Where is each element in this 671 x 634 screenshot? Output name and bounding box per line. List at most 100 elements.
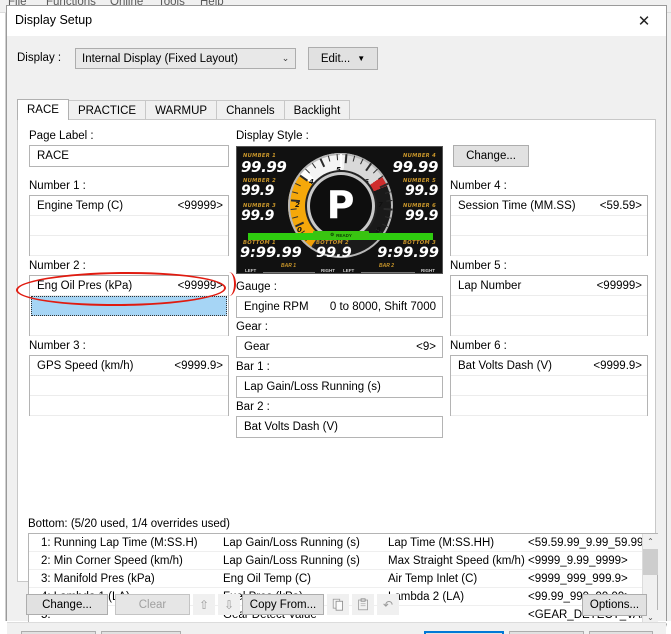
bar1-name: Lap Gain/Loss Running (s)	[244, 381, 381, 393]
race-tab-panel: Page Label : RACE Number 1 : Engine Temp…	[17, 119, 658, 634]
change-button-label: Change...	[42, 598, 92, 611]
number5-listbox[interactable]: Lap Number <99999>	[450, 275, 648, 336]
paste-icon[interactable]	[352, 594, 374, 615]
number6-listbox[interactable]: Bat Volts Dash (V) <9999.9>	[450, 355, 648, 416]
list-item[interactable]	[30, 376, 228, 396]
bar1-field[interactable]: Lap Gain/Loss Running (s)	[236, 376, 443, 398]
number2-listbox[interactable]: Eng Oil Pres (kPa) <99999>	[29, 275, 229, 336]
bottom-row-slot: 1: Running Lap Time (M:SS.H)	[41, 536, 198, 549]
chevron-down-icon: ⌄	[281, 53, 290, 63]
list-item[interactable]	[30, 216, 228, 236]
list-item[interactable]	[451, 236, 647, 256]
display-dropdown-value: Internal Display (Fixed Layout)	[82, 52, 238, 65]
number4-value: <59.59>	[599, 199, 642, 212]
number6-label: Number 6 :	[450, 340, 507, 352]
list-item[interactable]	[451, 316, 647, 336]
table-row[interactable]: 2: Min Corner Speed (km/h) Lap Gain/Loss…	[29, 552, 642, 570]
bottom-row-chan2: Lap Gain/Loss Running (s)	[223, 536, 360, 549]
number4-listbox[interactable]: Session Time (MM.SS) <59.59>	[450, 195, 648, 256]
bottom-row-format: <9999_999_999.9>	[528, 572, 628, 585]
dial-number: 5	[336, 166, 341, 174]
tab-strip: RACE PRACTICE WARMUP Channels Backlight	[17, 99, 351, 120]
number1-listbox[interactable]: Engine Temp (C) <99999>	[29, 195, 229, 256]
display-label: Display :	[17, 52, 62, 64]
tab-label: Backlight	[293, 104, 341, 117]
number5-value: <99999>	[596, 279, 642, 292]
number4-label: Number 4 :	[450, 180, 507, 192]
undo-icon[interactable]: ↶	[377, 594, 399, 615]
number1-name: Engine Temp (C)	[37, 199, 124, 212]
tab-channels[interactable]: Channels	[216, 100, 285, 120]
change-style-button[interactable]: Change...	[453, 145, 529, 167]
move-down-icon[interactable]: ⇩	[218, 594, 240, 615]
list-item[interactable]: Eng Oil Pres (kPa) <99999>	[30, 276, 228, 296]
bottom-row-format: <59.59.99_9.99_59.99>	[528, 536, 642, 549]
list-item[interactable]	[30, 396, 228, 416]
number2-value: <99999>	[177, 279, 223, 292]
scrollbar-thumb[interactable]	[643, 549, 658, 575]
bar1-left-label: LEFT	[245, 268, 257, 273]
display-style-preview[interactable]: 0 2 4 5 6 7 8 x1000 P ⚙	[236, 146, 443, 274]
tab-backlight[interactable]: Backlight	[283, 100, 351, 120]
preview-value-number6: 99.9	[405, 208, 438, 224]
list-item[interactable]	[451, 396, 647, 416]
options-button[interactable]: Options...	[582, 594, 647, 616]
table-row[interactable]: 1: Running Lap Time (M:SS.H) Lap Gain/Lo…	[29, 534, 642, 552]
list-item[interactable]: GPS Speed (km/h) <9999.9>	[30, 356, 228, 376]
list-item[interactable]	[30, 236, 228, 256]
options-button-label: Options...	[589, 599, 640, 611]
list-item[interactable]	[30, 316, 228, 336]
list-item-selected[interactable]	[31, 296, 227, 316]
list-item[interactable]: Engine Temp (C) <99999>	[30, 196, 228, 216]
display-selector-row: Display : Internal Display (Fixed Layout…	[17, 46, 417, 72]
clear-button[interactable]: Clear	[115, 594, 190, 615]
bottom-row-format: <9999_9.99_9999>	[528, 554, 628, 567]
number4-name: Session Time (MM.SS)	[458, 199, 576, 212]
list-item[interactable]: Session Time (MM.SS) <59.59>	[451, 196, 647, 216]
gear-name: Gear	[244, 341, 270, 353]
page-label-input[interactable]: RACE	[29, 145, 229, 167]
bar2-label: Bar 2 :	[236, 401, 270, 413]
tab-warmup[interactable]: WARMUP	[145, 100, 218, 120]
preview-value-number2: 99.9	[241, 183, 274, 199]
list-item[interactable]	[451, 216, 647, 236]
copy-from-button[interactable]: Copy From...	[242, 594, 324, 615]
move-up-icon[interactable]: ⇧	[193, 594, 215, 615]
tab-practice[interactable]: PRACTICE	[67, 100, 147, 120]
preview-value-number4: 99.99	[392, 158, 439, 176]
tab-race[interactable]: RACE	[17, 99, 69, 120]
dial-number: 6	[364, 178, 369, 186]
number3-listbox[interactable]: GPS Speed (km/h) <9999.9>	[29, 355, 229, 416]
dialog-title: Display Setup	[15, 13, 93, 27]
preview-value-bottom3: 9:99.99	[377, 245, 439, 261]
ready-label: READY	[336, 232, 352, 238]
list-item[interactable]: Lap Number <99999>	[451, 276, 647, 296]
bottom-row-slot: 3: Manifold Pres (kPa)	[41, 572, 155, 585]
gear-field[interactable]: Gear <9>	[236, 336, 443, 358]
list-item[interactable]: Bat Volts Dash (V) <9999.9>	[451, 356, 647, 376]
gauge-field[interactable]: Engine RPM 0 to 8000, Shift 7000	[236, 296, 443, 318]
bar2-field[interactable]: Bat Volts Dash (V)	[236, 416, 443, 438]
screen: File Functions Online Tools Help ⌄ W Dis…	[0, 0, 671, 634]
bar2-right-label: RIGHT	[421, 268, 435, 273]
tab-label: WARMUP	[155, 104, 208, 117]
clear-button-label: Clear	[138, 598, 167, 611]
number3-label: Number 3 :	[29, 340, 86, 352]
list-item[interactable]	[451, 376, 647, 396]
display-dropdown[interactable]: Internal Display (Fixed Layout) ⌄	[75, 48, 296, 69]
copy-icon[interactable]	[327, 594, 349, 615]
preview-value-number3: 99.9	[241, 208, 274, 224]
display-setup-dialog: Display Setup ✕ Display : Internal Displ…	[6, 5, 667, 634]
preview-value-number5: 99.9	[405, 183, 438, 199]
scroll-up-icon[interactable]: ⌃	[643, 534, 658, 549]
number5-name: Lap Number	[458, 279, 522, 292]
dial-number: 7	[378, 201, 383, 209]
gauge-label: Gauge :	[236, 281, 277, 293]
list-item[interactable]	[451, 296, 647, 316]
bottom-row-chan2: Eng Oil Temp (C)	[223, 572, 311, 585]
close-icon[interactable]: ✕	[622, 6, 666, 35]
edit-button[interactable]: Edit... ▼	[308, 47, 378, 70]
bar1-right-label: RIGHT	[321, 268, 335, 273]
change-button[interactable]: Change...	[26, 594, 108, 615]
table-row[interactable]: 3: Manifold Pres (kPa) Eng Oil Temp (C) …	[29, 570, 642, 588]
